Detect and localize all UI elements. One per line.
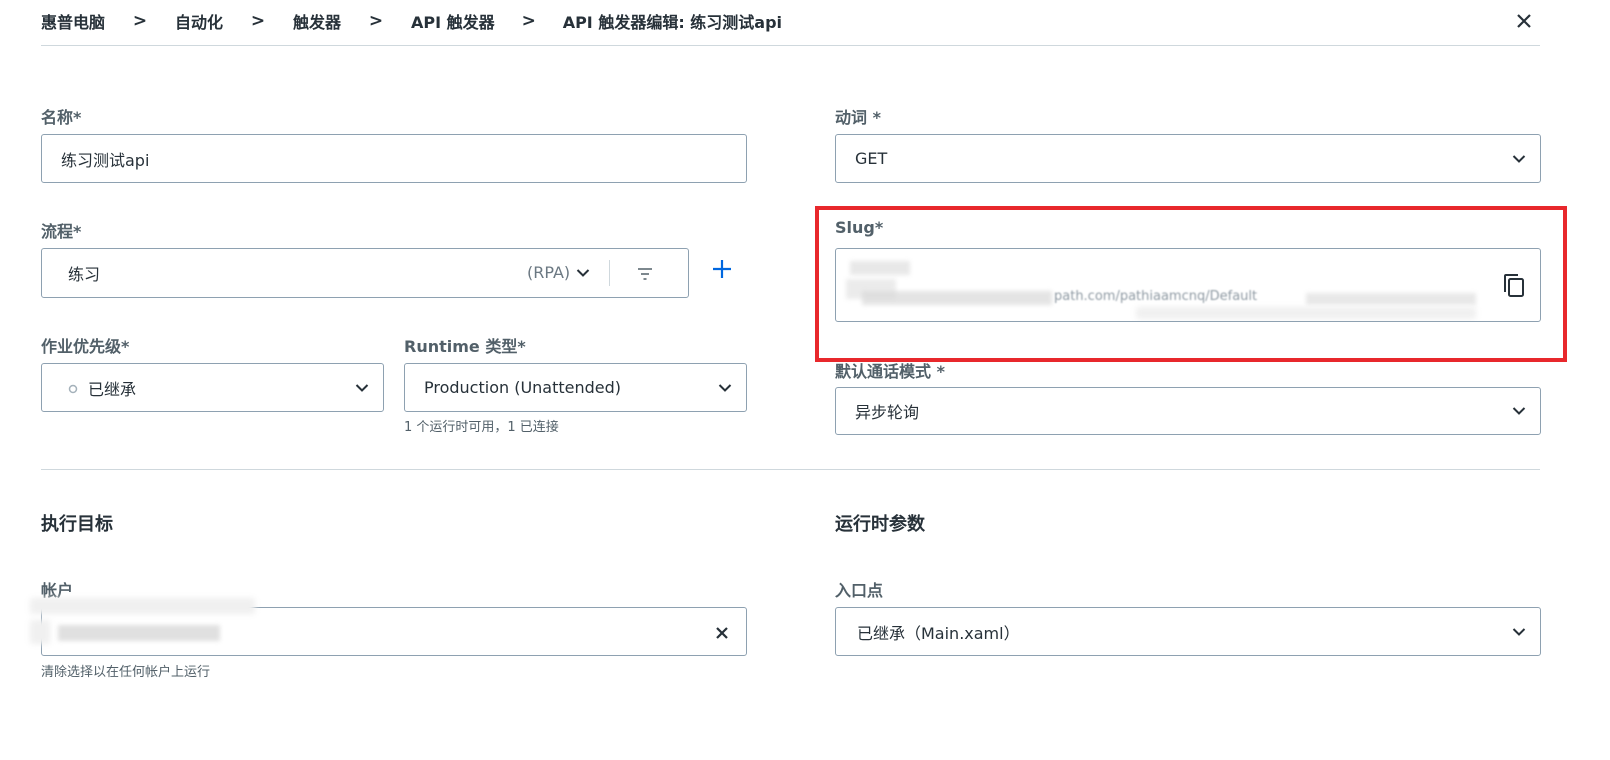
redacted-block xyxy=(1136,307,1476,319)
section-divider xyxy=(41,469,1540,470)
chevron-down-icon xyxy=(1512,154,1526,163)
process-select[interactable]: 练习 (RPA) xyxy=(41,248,689,298)
redacted-block xyxy=(1306,293,1476,305)
filter-icon xyxy=(638,268,652,280)
call-mode-label: 默认通话模式 * xyxy=(835,362,945,381)
chevron-down-icon xyxy=(576,269,590,277)
call-mode-select[interactable]: 异步轮询 xyxy=(835,387,1541,435)
breadcrumb-item-api-triggers[interactable]: API 触发器 xyxy=(411,9,495,33)
clear-account-button[interactable] xyxy=(713,624,731,642)
breadcrumb-item-triggers[interactable]: 触发器 xyxy=(293,9,341,33)
breadcrumb-item-automation[interactable]: 自动化 xyxy=(175,9,223,33)
copy-icon xyxy=(1504,274,1524,297)
slug-label: Slug* xyxy=(835,218,884,237)
slug-value: path.com/pathiaamcnq/Default xyxy=(1054,289,1258,304)
redacted-block xyxy=(862,291,1052,305)
plus-icon xyxy=(713,260,731,278)
runtime-select[interactable]: Production (Unattended) xyxy=(404,363,747,412)
process-value: 练习 xyxy=(68,265,101,284)
entry-point-label: 入口点 xyxy=(835,581,884,600)
add-process-button[interactable] xyxy=(709,256,735,282)
process-label: 流程* xyxy=(41,222,82,241)
entry-point-select[interactable]: 已继承（Main.xaml） xyxy=(835,607,1541,656)
redacted-block xyxy=(30,598,255,614)
redacted-block xyxy=(58,625,220,641)
name-input-value: 练习测试api xyxy=(61,150,150,170)
close-icon xyxy=(1517,14,1531,28)
chevron-down-icon xyxy=(718,383,732,392)
runtime-params-section-title: 运行时参数 xyxy=(835,514,925,535)
chevron-down-icon xyxy=(355,383,369,392)
runtime-value: Production (Unattended) xyxy=(424,378,622,397)
name-label: 名称* xyxy=(41,108,82,127)
name-input[interactable]: 练习测试api xyxy=(41,134,747,183)
breadcrumb: 惠普电脑 > 自动化 > 触发器 > API 触发器 > API 触发器编辑: … xyxy=(41,8,782,34)
process-divider xyxy=(609,260,610,286)
chevron-down-icon xyxy=(1512,407,1526,415)
breadcrumb-separator: > xyxy=(250,11,266,31)
verb-select[interactable]: GET xyxy=(835,134,1541,183)
call-mode-value: 异步轮询 xyxy=(855,403,920,422)
breadcrumb-item-tenant[interactable]: 惠普电脑 xyxy=(41,9,105,33)
chevron-down-icon xyxy=(1512,627,1526,636)
verb-value: GET xyxy=(855,149,888,168)
slug-field[interactable]: path.com/pathiaamcnq/Default xyxy=(835,248,1541,322)
redacted-block xyxy=(850,261,910,275)
breadcrumb-separator: > xyxy=(368,11,384,31)
priority-select[interactable]: 已继承 xyxy=(41,363,384,412)
breadcrumb-separator: > xyxy=(132,11,148,31)
close-button[interactable] xyxy=(1511,8,1537,34)
copy-slug-button[interactable] xyxy=(1499,271,1529,301)
verb-label: 动词 * xyxy=(835,108,881,127)
process-type-tag: (RPA) xyxy=(527,263,571,282)
runtime-helper-text: 1 个运行时可用，1 已连接 xyxy=(404,420,559,435)
target-section-title: 执行目标 xyxy=(41,514,113,535)
close-icon xyxy=(716,627,728,639)
breadcrumb-current: API 触发器编辑: 练习测试api xyxy=(562,13,783,32)
process-filter-button[interactable] xyxy=(633,265,657,283)
account-helper-text: 清除选择以在任何帐户上运行 xyxy=(41,665,211,680)
priority-value: 已继承 xyxy=(88,379,137,399)
priority-label: 作业优先级* xyxy=(41,337,130,356)
redacted-block xyxy=(30,620,50,644)
entry-point-value: 已继承（Main.xaml） xyxy=(857,623,1020,643)
circle-icon xyxy=(68,384,78,394)
runtime-label: Runtime 类型* xyxy=(404,337,526,356)
account-select[interactable] xyxy=(41,607,747,656)
breadcrumb-separator: > xyxy=(521,11,536,31)
header-divider xyxy=(41,45,1540,46)
